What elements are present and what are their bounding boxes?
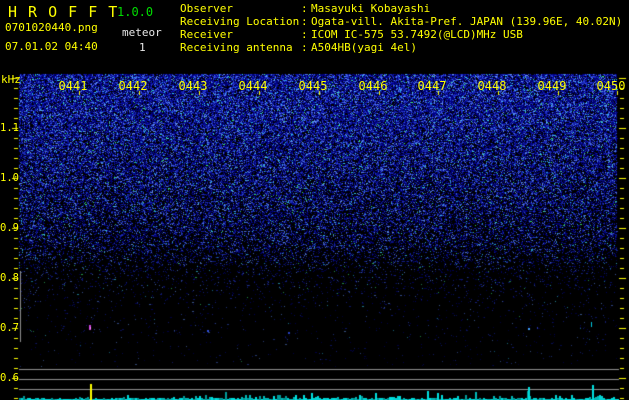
app-version: 1.0.0: [117, 5, 154, 19]
info-row: Receiving antenna: A504HB(yagi 4el): [180, 41, 622, 54]
time-tick-label: 0441: [58, 79, 88, 93]
meteor-count-label: meteor: [122, 26, 162, 39]
output-filename: 0701020440.png: [5, 21, 98, 34]
spectrogram-canvas: [0, 0, 629, 400]
freq-tick-label: 1.1: [0, 122, 19, 134]
time-tick-label: 0445: [298, 79, 328, 93]
info-value: Ogata-vill. Akita-Pref. JAPAN (139.96E, …: [311, 15, 623, 28]
time-tick-label: 0448: [477, 79, 507, 93]
info-row: Observer: Masayuki Kobayashi: [180, 2, 622, 15]
info-value: Masayuki Kobayashi: [311, 2, 431, 15]
time-tick-label: 0446: [358, 79, 388, 93]
app-title: H R O F F T: [8, 3, 119, 21]
info-label: Observer: [180, 2, 233, 15]
info-colon: :: [301, 2, 308, 15]
y-axis-unit-label: kHz: [1, 73, 21, 86]
time-tick-label: 0444: [238, 79, 268, 93]
hrofft-screen: H R O F F T 1.0.0 0701020440.png meteor …: [0, 0, 629, 400]
info-label: Receiving Location: [180, 15, 300, 28]
time-tick-label: 0443: [178, 79, 208, 93]
observation-datetime: 07.01.02 04:40: [5, 40, 98, 53]
info-colon: :: [301, 28, 308, 41]
time-tick-label: 0442: [118, 79, 148, 93]
time-tick-label: 0447: [417, 79, 447, 93]
time-tick-label: 0449: [537, 79, 567, 93]
info-colon: :: [301, 41, 308, 54]
meteor-count-value: 1: [139, 41, 146, 54]
info-label: Receiver: [180, 28, 233, 41]
info-row: Receiving Location: Ogata-vill. Akita-Pre…: [180, 15, 622, 28]
freq-tick-label: 0.9: [0, 222, 19, 234]
freq-tick-label: 0.6: [0, 372, 19, 384]
info-value: ICOM IC-575 53.7492(@LCD)MHz USB: [311, 28, 523, 41]
station-info-block: Observer: Masayuki Kobayashi Receiving Loc…: [180, 2, 622, 54]
freq-tick-label: 1.0: [0, 172, 19, 184]
info-colon: :: [301, 15, 308, 28]
info-row: Receiver: ICOM IC-575 53.7492(@LCD)MHz US…: [180, 28, 622, 41]
info-label: Receiving antenna: [180, 41, 293, 54]
info-value: A504HB(yagi 4el): [311, 41, 417, 54]
freq-tick-label: 0.8: [0, 272, 19, 284]
time-tick-label: 0450: [596, 79, 626, 93]
freq-tick-label: 0.7: [0, 322, 19, 334]
